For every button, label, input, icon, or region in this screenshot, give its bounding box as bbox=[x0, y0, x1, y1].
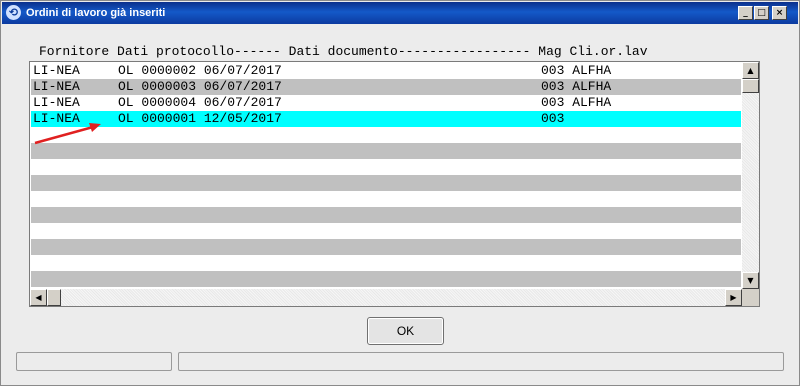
list-row[interactable] bbox=[31, 207, 741, 223]
dialog-window: ⟲ Ordini di lavoro già inseriti _ □ × Fo… bbox=[0, 0, 800, 386]
arrow-up-icon: ▲ bbox=[747, 66, 754, 75]
mag-cli-cell: 003 ALFHA bbox=[541, 79, 612, 94]
list-row[interactable]: LI-NEA OL 0000004 06/07/2017 003 ALFHA bbox=[31, 95, 741, 111]
status-panel-right bbox=[178, 352, 784, 371]
close-button[interactable]: × bbox=[772, 6, 787, 20]
protocollo-cell: OL 0000001 12/05/2017 bbox=[118, 111, 282, 126]
list-row[interactable] bbox=[31, 191, 741, 207]
scroll-right-button[interactable]: ▶ bbox=[725, 289, 742, 306]
fornitore-cell: LI-NEA bbox=[33, 79, 80, 94]
list-row[interactable] bbox=[31, 175, 741, 191]
app-icon: ⟲ bbox=[6, 5, 21, 20]
list-row[interactable] bbox=[31, 271, 741, 287]
mag-cli-cell: 003 ALFHA bbox=[541, 63, 612, 78]
scrollbar-corner bbox=[742, 289, 759, 306]
scroll-down-button[interactable]: ▼ bbox=[742, 272, 759, 289]
arrow-right-icon: ▶ bbox=[730, 293, 737, 302]
protocollo-cell: OL 0000002 06/07/2017 bbox=[118, 63, 282, 78]
list-row[interactable] bbox=[31, 239, 741, 255]
protocollo-cell: OL 0000004 06/07/2017 bbox=[118, 95, 282, 110]
list-row[interactable]: LI-NEA OL 0000003 06/07/2017 003 ALFHA bbox=[31, 79, 741, 95]
arrow-down-icon: ▼ bbox=[747, 276, 754, 285]
red-arrow-icon bbox=[34, 123, 101, 145]
list-rows: LI-NEA OL 0000002 06/07/2017 003 ALFHA LI-N… bbox=[31, 63, 741, 287]
list-row[interactable]: LI-NEA OL 0000001 12/05/2017 003 bbox=[31, 111, 741, 127]
arrow-left-icon: ◀ bbox=[35, 293, 42, 302]
orders-listbox[interactable]: LI-NEA OL 0000002 06/07/2017 003 ALFHA LI-N… bbox=[29, 61, 760, 307]
vertical-scroll-thumb[interactable] bbox=[742, 79, 759, 93]
window-title: Ordini di lavoro già inseriti bbox=[26, 7, 166, 19]
list-row[interactable] bbox=[31, 159, 741, 175]
fornitore-cell: LI-NEA bbox=[33, 95, 80, 110]
fornitore-cell: LI-NEA bbox=[33, 63, 80, 78]
list-row[interactable] bbox=[31, 143, 741, 159]
close-icon: × bbox=[775, 8, 784, 18]
vertical-scrollbar[interactable]: ▲ ▼ bbox=[742, 62, 759, 289]
list-row[interactable]: LI-NEA OL 0000002 06/07/2017 003 ALFHA bbox=[31, 63, 741, 79]
list-header: Fornitore Dati protocollo------ Dati doc… bbox=[39, 44, 648, 59]
list-row[interactable] bbox=[31, 223, 741, 239]
protocollo-cell: OL 0000003 06/07/2017 bbox=[118, 79, 282, 94]
scroll-up-button[interactable]: ▲ bbox=[742, 62, 759, 79]
title-bar[interactable]: ⟲ Ordini di lavoro già inseriti _ □ × bbox=[2, 2, 798, 24]
minimize-button[interactable]: _ bbox=[738, 6, 753, 20]
list-row[interactable] bbox=[31, 127, 741, 143]
mag-cli-cell: 003 bbox=[541, 111, 565, 126]
mag-cli-cell: 003 ALFHA bbox=[541, 95, 612, 110]
status-panel-left bbox=[16, 352, 172, 371]
minimize-icon: _ bbox=[743, 8, 748, 18]
maximize-button[interactable]: □ bbox=[754, 6, 769, 20]
maximize-icon: □ bbox=[757, 8, 766, 18]
horizontal-scrollbar[interactable]: ◀ ▶ bbox=[30, 289, 742, 306]
list-row[interactable] bbox=[31, 255, 741, 271]
scroll-left-button[interactable]: ◀ bbox=[30, 289, 47, 306]
horizontal-scroll-thumb[interactable] bbox=[47, 289, 61, 306]
ok-button[interactable]: OK bbox=[367, 317, 444, 345]
